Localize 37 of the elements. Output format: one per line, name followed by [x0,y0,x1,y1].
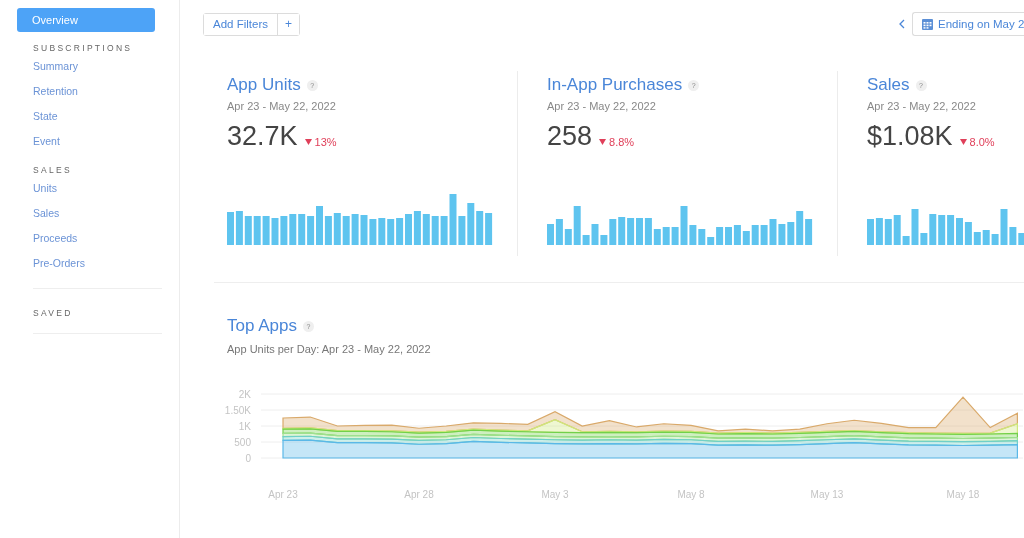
sidebar-item[interactable]: Overview [17,8,155,32]
y-axis-label: 1.50K [224,404,251,416]
sidebar-item[interactable]: Sales [33,201,179,226]
change-percent: 8.8% [609,136,635,148]
x-axis-label: May 8 [677,489,705,500]
metric-title[interactable]: In-App Purchases [547,75,683,95]
sidebar-item[interactable]: Retention [33,79,179,104]
x-axis-label: Apr 23 [268,489,298,500]
y-axis-label: 1K [238,420,251,432]
sidebar-item[interactable]: Pre-Orders [33,251,179,276]
section-heading: SALES [33,164,73,176]
sidebar-item[interactable]: Proceeds [33,226,179,251]
chart-subtitle: App Units per Day: Apr 23 - May 22, 2022 [227,343,432,357]
section-title[interactable]: Top Apps [227,316,297,336]
metric-value: 32.7K [227,120,298,152]
date-range-button[interactable]: Ending on May 2 [912,12,1024,36]
change-percent: 8.0% [969,136,995,148]
date-range: Apr 23 - May 22, 2022 [227,100,337,114]
sidebar-item[interactable]: Summary [33,54,179,79]
date-range: Apr 23 - May 22, 2022 [867,100,977,114]
metric-value: $1.08K [867,120,953,152]
sidebar-item[interactable]: Event [33,129,179,154]
x-axis-label: May 3 [541,489,569,500]
section-heading: SAVED [33,307,74,319]
sidebar-item[interactable]: Units [33,176,179,201]
metric-title[interactable]: App Units [227,75,301,95]
x-axis-label: May 13 [810,489,844,500]
sidebar-item[interactable]: State [33,104,179,129]
date-range: Apr 23 - May 22, 2022 [547,100,657,114]
add-button[interactable]: + [276,13,299,35]
x-axis-label: May 18 [946,489,980,500]
metric-value: 258 [547,120,593,152]
change-percent: 13% [314,136,337,148]
y-axis-label: 2K [238,388,251,400]
x-axis-label: Apr 28 [404,489,434,500]
section-heading: SUBSCRIPTIONS [33,42,134,54]
metric-title[interactable]: Sales [867,75,910,95]
